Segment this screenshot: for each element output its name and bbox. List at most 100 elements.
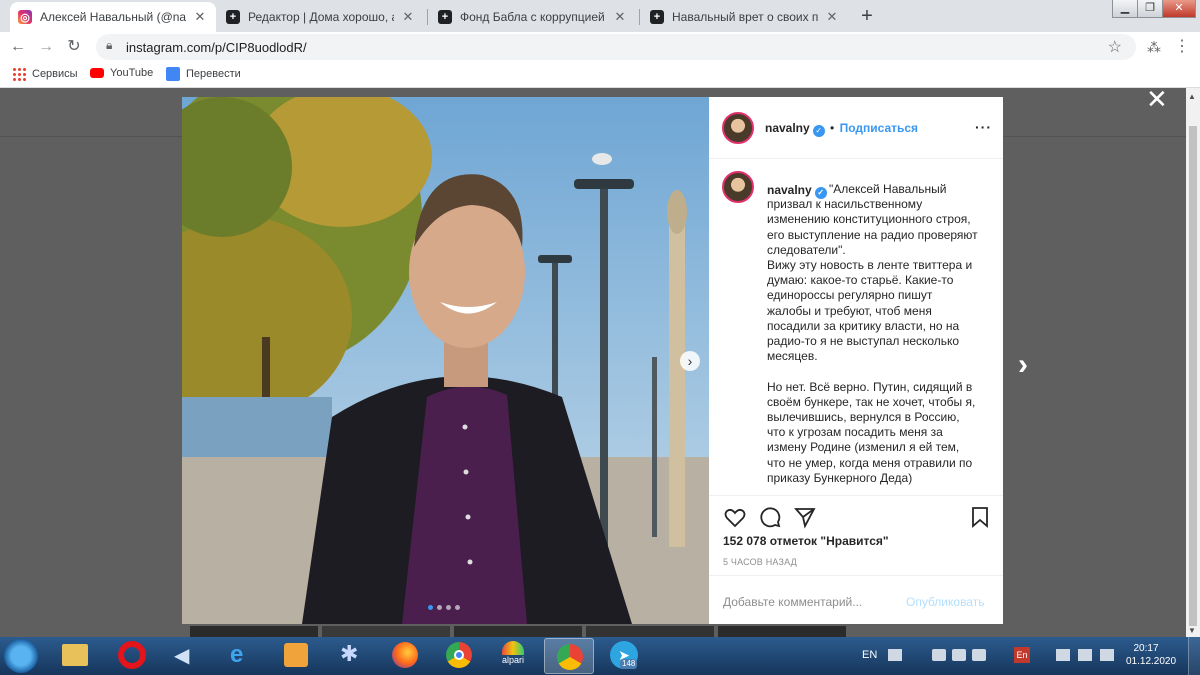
tray-network-icon[interactable] xyxy=(1078,649,1092,661)
publish-button[interactable]: Опубликовать xyxy=(906,595,984,609)
plus-square-icon: + xyxy=(226,10,240,24)
media-player-icon[interactable] xyxy=(284,643,308,667)
photo-illustration xyxy=(182,97,709,624)
address-bar[interactable]: 🔒︎ instagram.com/p/CIP8uodlodR/ ☆ xyxy=(96,34,1136,60)
tray-app-icon[interactable] xyxy=(972,649,986,661)
next-post-chevron-icon[interactable]: › xyxy=(1018,348,1028,382)
bookmark-youtube[interactable]: YouTube xyxy=(90,67,153,79)
chrome-active-icon[interactable] xyxy=(544,638,594,674)
taskbar: ◀︎ e ✱ alpari ➤ 148 EN En 20:17 01.12.20… xyxy=(0,637,1200,675)
page-scrollbar[interactable]: ▲ ▼ xyxy=(1186,88,1200,637)
tray-flag-icon[interactable] xyxy=(1056,649,1070,661)
menu-kebab-icon[interactable]: ⋮ xyxy=(1172,37,1192,57)
tray-usb-icon[interactable] xyxy=(932,649,946,661)
close-icon[interactable]: ✕ xyxy=(192,9,208,25)
likes-count[interactable]: 152 078 отметок "Нравится" xyxy=(723,534,889,548)
bookmark-star-icon[interactable]: ☆ xyxy=(1108,37,1122,57)
plus-square-icon: + xyxy=(438,10,452,24)
bookmark-icon[interactable] xyxy=(968,505,992,529)
tab-instagram[interactable]: ◎ Алексей Навальный (@navalny) ✕ xyxy=(10,2,216,32)
post-time: 5 ЧАСОВ НАЗАД xyxy=(723,557,797,567)
carousel-dot xyxy=(455,605,460,610)
clock-time: 20:17 xyxy=(1133,643,1159,654)
start-orb-icon[interactable] xyxy=(4,639,38,673)
grid-thumbnail[interactable] xyxy=(454,626,582,637)
back-button[interactable]: ← xyxy=(8,37,28,57)
heart-icon[interactable] xyxy=(723,505,747,529)
caption-avatar[interactable] xyxy=(722,171,754,203)
telegram-icon[interactable]: ➤ 148 xyxy=(610,641,638,669)
volume-icon[interactable]: ◀︎ xyxy=(174,643,200,667)
file-explorer-icon[interactable] xyxy=(62,644,88,666)
close-icon[interactable]: ✕ xyxy=(612,9,628,25)
close-icon[interactable]: ✕ xyxy=(400,9,416,25)
more-options-icon[interactable]: ··· xyxy=(975,119,992,135)
ie-icon[interactable]: e xyxy=(230,642,256,668)
spider-icon[interactable]: ✱ xyxy=(340,641,358,667)
show-desktop-button[interactable] xyxy=(1188,637,1200,675)
scroll-down-arrow-icon[interactable]: ▼ xyxy=(1188,626,1196,635)
grid-thumbnail[interactable] xyxy=(322,626,450,637)
bookmark-services[interactable]: Сервисы xyxy=(12,67,78,81)
carousel-dot xyxy=(446,605,451,610)
language-indicator[interactable]: EN xyxy=(862,649,877,661)
share-icon[interactable] xyxy=(793,505,817,529)
scrollbar-thumb[interactable] xyxy=(1189,126,1197,626)
bookmark-label: YouTube xyxy=(110,67,154,79)
youtube-icon xyxy=(90,68,104,78)
keyboard-layout-icon[interactable]: En xyxy=(1014,647,1030,663)
opera-icon[interactable] xyxy=(118,641,146,669)
clock[interactable]: 20:17 01.12.2020 xyxy=(1126,642,1177,668)
bookmark-translate[interactable]: Перевести xyxy=(166,67,241,81)
tray-volume-icon[interactable] xyxy=(1100,649,1114,661)
chrome-active-logo xyxy=(557,644,583,670)
scroll-up-arrow-icon[interactable]: ▲ xyxy=(1188,92,1196,101)
avatar[interactable] xyxy=(722,112,754,144)
close-icon[interactable]: ✕ xyxy=(824,9,840,25)
tab-separator xyxy=(427,9,428,25)
grid-thumbnail[interactable] xyxy=(718,626,846,637)
forward-button[interactable]: → xyxy=(36,37,56,57)
tab-editor[interactable]: + Редактор | Дома хорошо, а в Ге ✕ xyxy=(218,2,424,32)
grid-thumbnail[interactable] xyxy=(586,626,714,637)
tray-monitor-icon[interactable] xyxy=(888,649,902,661)
carousel-next-button[interactable]: › xyxy=(680,351,700,371)
grid-thumbnail[interactable] xyxy=(190,626,318,637)
chrome-center xyxy=(454,650,464,660)
tab-label: Алексей Навальный (@navalny) xyxy=(40,10,186,24)
minimize-button[interactable]: ▁ xyxy=(1112,0,1138,18)
chrome-icon[interactable] xyxy=(446,642,472,668)
tab-label: Навальный врет о своих планах xyxy=(672,10,818,24)
reload-button[interactable]: ↻ xyxy=(64,37,84,57)
follow-button[interactable]: Подписаться xyxy=(840,121,918,135)
carousel-dots xyxy=(428,605,460,610)
close-window-button[interactable]: ✕ xyxy=(1162,0,1196,18)
post-header: navalny ✓ • Подписаться ··· xyxy=(709,97,1003,159)
alpari-icon[interactable]: alpari xyxy=(496,641,530,671)
username-link[interactable]: navalny xyxy=(765,121,810,135)
caption-body: "Алексей Навальный призвал к насильствен… xyxy=(767,182,978,485)
restore-button[interactable]: ❐ xyxy=(1137,0,1163,18)
instagram-page: ✕ › › navalny ✓ • Подписаться ··· navaln… xyxy=(0,88,1186,637)
bookmarks-bar: Сервисы YouTube Перевести xyxy=(0,62,1200,88)
carousel-dot-active xyxy=(428,605,433,610)
lock-icon: 🔒︎ xyxy=(106,38,113,52)
tab-label: Фонд Бабла с коррупцией | Янд xyxy=(460,10,606,24)
extension-icon[interactable]: ⁂ xyxy=(1144,37,1164,57)
tray-app-icon[interactable] xyxy=(952,649,966,661)
post-header-line: navalny ✓ • Подписаться xyxy=(765,121,918,137)
comment-icon[interactable] xyxy=(758,505,782,529)
post-photo[interactable]: › xyxy=(182,97,709,624)
tab-navalny-plans[interactable]: + Навальный врет о своих планах ✕ xyxy=(642,2,848,32)
post-panel: navalny ✓ • Подписаться ··· navalny ✓ "Але… xyxy=(709,97,1003,624)
verified-badge-icon: ✓ xyxy=(812,125,825,137)
actions-divider xyxy=(709,495,1003,496)
clock-date: 01.12.2020 xyxy=(1126,656,1177,667)
new-tab-button[interactable]: + xyxy=(856,5,878,27)
instagram-icon: ◎ xyxy=(18,10,32,24)
comment-input[interactable]: Добавьте комментарий... xyxy=(723,595,862,609)
caption-text: "Алексей Навальный призвал к насильствен… xyxy=(767,182,979,485)
firefox-icon[interactable] xyxy=(392,642,418,668)
close-modal-icon[interactable]: ✕ xyxy=(1146,88,1168,115)
tab-fbk[interactable]: + Фонд Бабла с коррупцией | Янд ✕ xyxy=(430,2,636,32)
